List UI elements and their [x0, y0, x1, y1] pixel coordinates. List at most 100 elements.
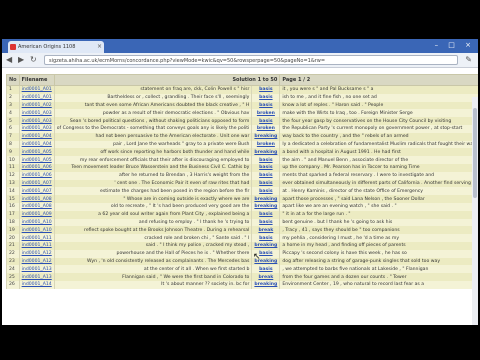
table-row: 6 ind0001_A03 of Congress to the Democrats…	[6, 124, 478, 133]
filename-link[interactable]: ind0001_A12	[18, 257, 55, 266]
filename-link[interactable]: ind0001_A04	[18, 140, 55, 149]
right-context: a home in my head , and finding off piec…	[279, 241, 478, 250]
filename-link[interactable]: ind0001_A12	[18, 249, 55, 258]
row-number: 9	[6, 148, 20, 157]
scrollbar-thumb[interactable]	[473, 108, 477, 198]
filename-link[interactable]: ind0001_A11	[18, 234, 55, 242]
keyword-link[interactable]: breaking	[251, 280, 281, 289]
filename-link[interactable]: ind0001_A07	[18, 187, 55, 196]
right-context: apart those processes , " said Lana Nels…	[279, 195, 478, 203]
left-context: estimate the charges had been posed in t…	[53, 187, 253, 196]
row-number: 18	[6, 218, 20, 227]
filename-link[interactable]: ind0001_A03	[18, 124, 55, 133]
keyword-link[interactable]: basis	[251, 210, 281, 219]
right-context: ish to me , and it fine fish , no one se…	[279, 93, 478, 102]
wrench-icon[interactable]: ✎	[465, 55, 472, 64]
browser-tab[interactable]: American Origins 1108 ×	[8, 41, 104, 53]
filename-link[interactable]: ind0001_A14	[18, 280, 55, 289]
right-context: know a lot of reples . " Haron said . " …	[279, 101, 478, 110]
right-context: apart like we are an evening watch , " s…	[279, 202, 478, 211]
row-number: 16	[6, 202, 20, 211]
table-row: 7 ind0001_A04 had not been persuasive to t…	[6, 132, 478, 141]
left-context: reflect spoke bought at the Brooks Johns…	[53, 226, 253, 235]
forward-icon[interactable]: ▶	[18, 55, 24, 65]
window-controls[interactable]: – □ ×	[435, 41, 475, 49]
table-row: 23 ind0001_A12 Wyn , 'n old consistently r…	[6, 257, 478, 266]
keyword-link[interactable]: basis	[251, 156, 281, 164]
filename-link[interactable]: ind0001_A02	[18, 101, 55, 110]
table-row: 15 ind0001_A08 " Whose are in coming outsi…	[6, 195, 478, 203]
keyword-link[interactable]: basis	[251, 117, 281, 125]
keyword-link[interactable]: breaking	[251, 241, 281, 250]
keyword-link[interactable]: basis	[251, 101, 281, 110]
row-number: 24	[6, 265, 20, 274]
keyword-link[interactable]: breaking	[251, 148, 281, 157]
row-number: 22	[6, 249, 20, 258]
table-row: 13 ind0001_A07 ' cent one . The Economic P…	[6, 179, 478, 188]
row-number: 10	[6, 156, 20, 164]
keyword-link[interactable]: broken	[251, 140, 281, 149]
right-context: it , you were s " and Pal Bucksame s " a	[279, 85, 478, 94]
close-tab-icon[interactable]: ×	[97, 41, 102, 53]
left-context: off work since reporting he harbors both…	[53, 148, 253, 157]
keyword-link[interactable]: break	[251, 226, 281, 235]
filename-link[interactable]: ind0001_A04	[18, 132, 55, 141]
filename-link[interactable]: ind0001_A05	[18, 148, 55, 157]
keyword-link[interactable]: break	[251, 273, 281, 281]
right-context: ly a dedicated a celebration of fundamen…	[279, 140, 478, 149]
table-header-row: No Filename Solution 1 to 50 Page 1 / 2	[6, 74, 478, 86]
keyword-link[interactable]: basis	[251, 93, 281, 102]
row-number: 4	[6, 109, 20, 118]
filename-link[interactable]: ind0001_A01	[18, 85, 55, 94]
keyword-link[interactable]: basis	[251, 187, 281, 196]
keyword-link[interactable]: basis	[251, 163, 281, 172]
filename-link[interactable]: ind0001_A03	[18, 117, 55, 125]
right-context: my pehlia , considering I must , he 'd a…	[279, 234, 478, 242]
filename-link[interactable]: ind0001_A11	[18, 241, 55, 250]
header-solution: Solution 1 to 50	[53, 74, 281, 86]
filename-link[interactable]: ind0001_A09	[18, 210, 55, 219]
row-number: 8	[6, 140, 20, 149]
filename-link[interactable]: ind0001_A05	[18, 156, 55, 164]
table-row: 22 ind0001_A12 powerhouse and the Hall of …	[6, 249, 478, 258]
header-filename: Filename	[18, 74, 55, 86]
filename-link[interactable]: ind0001_A03	[18, 109, 55, 118]
row-number: 14	[6, 187, 20, 196]
right-context: Environment Center , 19 , who natural to…	[279, 280, 478, 289]
keyword-link[interactable]: basis	[251, 85, 281, 94]
filename-link[interactable]: ind0001_A07	[18, 179, 55, 188]
filename-link[interactable]: ind0001_A10	[18, 218, 55, 227]
keyword-link[interactable]: basis	[251, 218, 281, 227]
filename-link[interactable]: ind0001_A13	[18, 265, 55, 274]
row-number: 26	[6, 280, 20, 289]
row-number: 15	[6, 195, 20, 203]
table-row: 16 ind0001_A08 old to recreate , " It 's h…	[6, 202, 478, 211]
keyword-link[interactable]: basis	[251, 179, 281, 188]
filename-link[interactable]: ind0001_A08	[18, 202, 55, 211]
left-context: cracked role and broken chi , " Sante sa…	[53, 234, 253, 242]
left-context: said . " I think my police , cracked my …	[53, 241, 253, 250]
filename-link[interactable]: ind0001_A10	[18, 226, 55, 235]
table-row: 26 ind0001_A14 It 's about manner ?? socie…	[6, 280, 478, 289]
keyword-link[interactable]: breaking	[251, 202, 281, 211]
keyword-link[interactable]: breaking	[251, 195, 281, 203]
reload-icon[interactable]: ↻	[30, 55, 37, 65]
left-context: Flannigan said , " We were the first ban…	[53, 273, 253, 281]
keyword-link[interactable]: basis	[251, 265, 281, 274]
right-context: , we attempted to barbs five nationals a…	[279, 265, 478, 274]
keyword-link[interactable]: basis	[251, 234, 281, 242]
filename-link[interactable]: ind0001_A01	[18, 93, 55, 102]
keyword-link[interactable]: broken	[251, 124, 281, 133]
keyword-link[interactable]: broken	[251, 109, 281, 118]
filename-link[interactable]: ind0001_A13	[18, 273, 55, 281]
filename-link[interactable]: ind0001_A06	[18, 171, 55, 180]
back-icon[interactable]: ◀	[6, 55, 12, 65]
keyword-link[interactable]: breaking	[251, 132, 281, 141]
filename-link[interactable]: ind0001_A06	[18, 163, 55, 172]
row-number: 25	[6, 273, 20, 281]
keyword-link[interactable]: basis	[251, 171, 281, 180]
address-bar[interactable]: sigzeta.ahiha.ac.uk/ecmMorns/concordance…	[44, 55, 458, 65]
table-row: 21 ind0001_A11 said . " I think my police …	[6, 241, 478, 250]
filename-link[interactable]: ind0001_A08	[18, 195, 55, 203]
row-number: 7	[6, 132, 20, 141]
